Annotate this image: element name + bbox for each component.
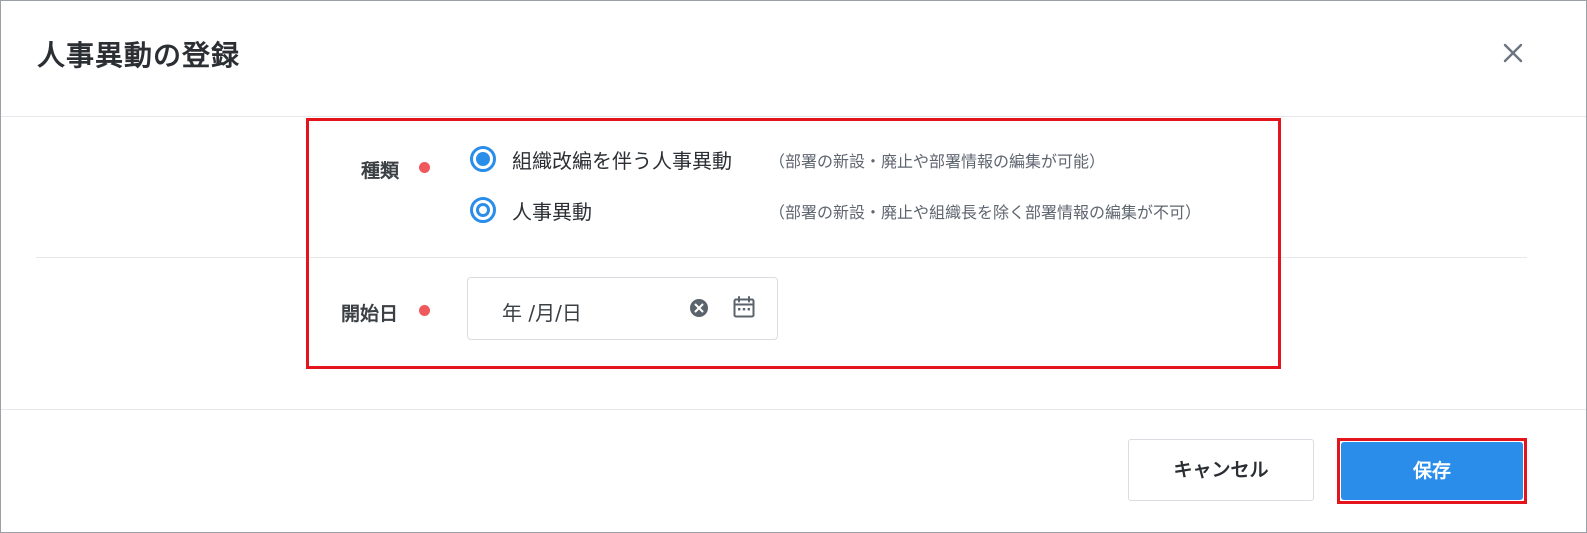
radio-transfer-label[interactable]: 人事異動 — [512, 196, 592, 225]
dialog-title: 人事異動の登録 — [37, 39, 241, 72]
type-label: 種類 — [361, 160, 400, 182]
close-icon[interactable] — [1499, 39, 1527, 67]
dialog: 人事異動の登録 種類 組織改編を伴う人事異動 （部署の新設・廃止や部署情報の編集… — [0, 0, 1587, 533]
start-date-label: 開始日 — [341, 303, 399, 325]
radio-transfer[interactable] — [470, 197, 496, 223]
clear-circle-icon[interactable] — [689, 298, 709, 318]
footer-divider — [1, 409, 1586, 410]
start-date-input[interactable]: 年 /月/日 — [467, 277, 778, 340]
radio-transfer-note: （部署の新設・廃止や組織長を除く部署情報の編集が不可） — [769, 203, 1202, 222]
start-date-value: 年 /月/日 — [502, 301, 582, 325]
required-indicator — [419, 305, 430, 316]
radio-reorg-transfer-note: （部署の新設・廃止や部署情報の編集が可能） — [769, 152, 1106, 171]
calendar-icon[interactable] — [732, 295, 756, 319]
radio-reorg-transfer-label[interactable]: 組織改編を伴う人事異動 — [512, 145, 732, 174]
row-divider — [36, 257, 1527, 258]
save-button[interactable]: 保存 — [1341, 442, 1523, 500]
dialog-header: 人事異動の登録 — [1, 1, 1586, 117]
radio-reorg-transfer[interactable] — [470, 146, 496, 172]
required-indicator — [419, 162, 430, 173]
cancel-button[interactable]: キャンセル — [1128, 439, 1314, 501]
